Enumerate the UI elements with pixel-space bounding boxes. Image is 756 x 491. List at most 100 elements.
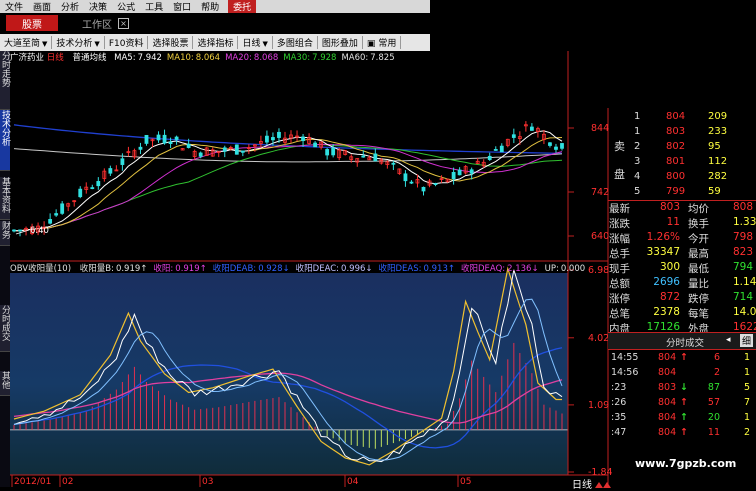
- price-chart[interactable]: 6.40: [12, 121, 564, 237]
- candle-body: [529, 126, 534, 131]
- tick-price: 803: [658, 382, 677, 393]
- indicator-arrow: ↓: [531, 264, 539, 274]
- candle-body: [96, 181, 101, 187]
- tick-arrow: ↑: [680, 397, 688, 408]
- quote-value: 33347: [646, 246, 680, 258]
- quote-value: 714: [733, 291, 754, 303]
- candle-body: [162, 134, 167, 144]
- stock-name: 广济药业: [10, 53, 45, 63]
- series-line-ma60: [13, 148, 563, 163]
- order-book-row[interactable]: 2 802 95: [608, 141, 756, 156]
- order-level: 3: [634, 156, 641, 167]
- quote-label: 涨停: [609, 293, 630, 305]
- indicator-param: (10): [53, 264, 72, 274]
- indicator-value: 0.996: [341, 264, 366, 274]
- tick-volume: 6: [713, 352, 720, 363]
- quote-label: 今开: [688, 233, 709, 245]
- indicator-label: UP:: [544, 264, 559, 274]
- quote-row: 总笔 2378 每笔 14.0: [608, 306, 756, 321]
- indicator-arrow: ↓: [282, 264, 290, 274]
- order-volume: 95: [708, 141, 721, 152]
- bottom-period-tab[interactable]: 日线: [572, 476, 612, 491]
- tick-arrow: ↑: [680, 352, 688, 363]
- order-book-row[interactable]: 4 800 282: [608, 171, 756, 186]
- ma-value: 7.928: [312, 53, 337, 63]
- quote-value: 803: [659, 201, 680, 213]
- ticks-header-label: 分时成交: [666, 338, 705, 349]
- candle-body: [548, 142, 552, 146]
- tick-time: :35: [611, 412, 627, 423]
- tab-detail[interactable]: 细: [740, 334, 754, 347]
- quote-value: 798: [733, 231, 754, 243]
- x-axis-tick-label: 03: [202, 477, 213, 487]
- order-book-row[interactable]: 3 801 112: [608, 156, 756, 171]
- ma-label: MA60:: [341, 53, 369, 63]
- tick-volume: 11: [707, 427, 720, 438]
- tick-price: 804: [658, 367, 677, 378]
- quote-value: 2378: [653, 306, 680, 318]
- quote-value: 11: [666, 216, 680, 228]
- candle-body: [234, 144, 239, 155]
- series-line-ma30: [14, 143, 563, 232]
- quote-label: 均价: [688, 203, 709, 215]
- candle-body: [313, 142, 317, 148]
- candle-body: [222, 147, 227, 152]
- order-price: 800: [666, 171, 686, 182]
- indicator-value: 0.919: [175, 264, 200, 274]
- tick-arrow: ↑: [680, 427, 688, 438]
- tick-row: :47 804 ↑ 11 2: [608, 427, 756, 442]
- candle-body: [409, 181, 414, 184]
- quote-label: 最高: [688, 248, 709, 260]
- order-book-row[interactable]: 1 803 233: [608, 126, 756, 141]
- candle-body: [493, 149, 498, 151]
- order-volume: 112: [708, 156, 728, 167]
- order-book-row[interactable]: 1 804 209: [608, 111, 756, 126]
- candle-body: [90, 187, 95, 190]
- quote-row: 涨停 872 跌停 714: [608, 291, 756, 306]
- tick-price: 804: [658, 397, 677, 408]
- candle-body: [451, 172, 456, 180]
- series-line-ma20: [14, 143, 563, 232]
- quote-row: 现手 300 最低 794: [608, 261, 756, 276]
- candle-body: [421, 186, 426, 192]
- tick-row: :26 804 ↑ 57 7: [608, 397, 756, 412]
- tick-row: 14:56 804 2 1: [608, 367, 756, 382]
- candle-body: [108, 168, 113, 174]
- order-volume: 59: [708, 186, 721, 197]
- candle-body: [120, 158, 125, 165]
- chevron-left-icon[interactable]: ◂: [726, 335, 731, 345]
- quote-label: 最低: [688, 263, 709, 275]
- quote-label: 总笔: [609, 308, 630, 320]
- order-price: 804: [666, 111, 686, 122]
- quote-row: 涨跌 11 换手 1.33%: [608, 216, 756, 231]
- candle-body: [499, 145, 504, 153]
- ma-label: MA10:: [166, 53, 194, 63]
- quote-value: 1.33%: [733, 216, 756, 228]
- quote-value: 1.26%: [646, 231, 680, 243]
- indicator-value: 0.000: [560, 264, 586, 274]
- quote-value: 1.14: [733, 276, 756, 288]
- candle-body: [301, 136, 305, 142]
- ma-value: 8.064: [195, 53, 221, 63]
- tick-row: :35 804 ↑ 20 1: [608, 412, 756, 427]
- quote-row: 总额 2696 量比 1.14: [608, 276, 756, 291]
- indicator-title: OBV收阳量: [10, 264, 54, 274]
- quote-value: 300: [659, 261, 680, 273]
- indicator-label: 收阳:: [153, 264, 174, 274]
- indicator-label: 收阳DEAB:: [212, 264, 257, 274]
- indicator-arrow: ↓: [365, 264, 373, 274]
- watermark: www.7gpzb.com: [635, 457, 737, 470]
- candle-body: [554, 146, 558, 150]
- order-book-row[interactable]: 5 799 59: [608, 186, 756, 201]
- indicator-arrow: ↑: [140, 264, 148, 274]
- tick-price: 804: [658, 412, 677, 423]
- indicator-y-tick-label: 6.98: [588, 265, 609, 276]
- tick-price: 804: [658, 427, 677, 438]
- candle-body: [48, 219, 53, 224]
- tick-row: :23 803 ↓ 87 5: [608, 382, 756, 397]
- quote-value: 823: [733, 246, 754, 258]
- tick-count: 7: [743, 397, 750, 408]
- ma-value: 8.068: [253, 53, 279, 63]
- tick-time: 14:56: [611, 367, 639, 378]
- tick-row: 14:55 804 ↑ 6 1: [608, 352, 756, 367]
